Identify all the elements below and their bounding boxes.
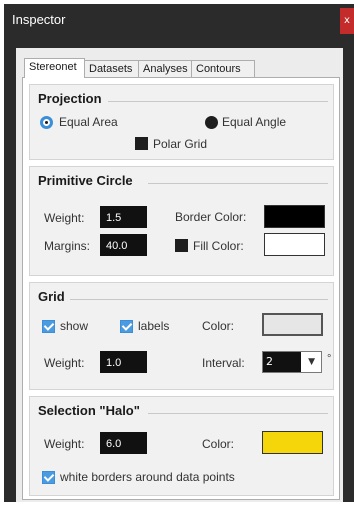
tab-contours[interactable]: Contours <box>191 60 255 77</box>
interval-select[interactable]: 2 ▼ <box>262 351 322 373</box>
halo-title: Selection "Halo" <box>38 403 140 418</box>
divider <box>148 183 328 184</box>
selection-halo-group: Selection "Halo" Weight: 6.0 Color: whit… <box>29 396 334 496</box>
tab-datasets[interactable]: Datasets <box>84 60 139 77</box>
halo-color-swatch[interactable] <box>262 431 323 454</box>
divider <box>108 101 328 102</box>
grid-color-swatch[interactable] <box>262 313 323 336</box>
equal-area-label: Equal Area <box>59 115 118 129</box>
tab-stereonet[interactable]: Stereonet <box>24 58 85 78</box>
polar-grid-label: Polar Grid <box>153 137 208 151</box>
stereonet-panel: Projection Equal Area Equal Angle Polar … <box>22 77 340 500</box>
grid-show-label: show <box>60 319 89 333</box>
projection-group: Projection Equal Area Equal Angle Polar … <box>29 84 334 160</box>
grid-title: Grid <box>38 289 65 304</box>
interval-unit: ° <box>327 353 332 365</box>
halo-weight-input[interactable]: 6.0 <box>100 432 147 454</box>
divider <box>70 299 328 300</box>
chevron-down-icon: ▼ <box>308 357 315 367</box>
tab-analyses[interactable]: Analyses <box>138 60 192 77</box>
fill-color-swatch[interactable] <box>264 233 325 256</box>
white-borders-label: white borders around data points <box>60 470 235 484</box>
fill-color-label: Fill Color: <box>193 239 244 253</box>
polar-grid-checkbox[interactable] <box>135 137 148 150</box>
interval-label: Interval: <box>202 356 245 370</box>
window-title: Inspector <box>12 12 66 27</box>
title-bar[interactable]: Inspector x <box>4 4 354 38</box>
weight-label: Weight: <box>44 211 85 225</box>
primitive-weight-input[interactable]: 1.5 <box>100 206 147 228</box>
grid-labels-label: labels <box>138 319 170 333</box>
halo-weight-label: Weight: <box>44 437 85 451</box>
white-borders-checkbox[interactable] <box>42 471 55 484</box>
equal-angle-radio[interactable] <box>205 116 218 129</box>
interval-value: 2 <box>263 352 301 372</box>
margins-label: Margins: <box>44 239 91 253</box>
grid-weight-label: Weight: <box>44 356 85 370</box>
grid-color-label: Color: <box>202 319 235 333</box>
equal-area-radio[interactable] <box>40 116 53 129</box>
primitive-circle-title: Primitive Circle <box>38 173 133 188</box>
border-color-label: Border Color: <box>175 210 247 224</box>
close-icon[interactable]: x <box>340 8 354 34</box>
halo-color-label: Color: <box>202 437 235 451</box>
primitive-circle-group: Primitive Circle Weight: 1.5 Border Colo… <box>29 166 334 276</box>
grid-weight-input[interactable]: 1.0 <box>100 351 147 373</box>
border-color-swatch[interactable] <box>264 205 325 228</box>
grid-group: Grid show labels Color: Weight: 1.0 Inte… <box>29 282 334 390</box>
grid-show-checkbox[interactable] <box>42 320 55 333</box>
equal-angle-label: Equal Angle <box>222 115 287 129</box>
fill-color-checkbox[interactable] <box>175 239 188 252</box>
margins-input[interactable]: 40.0 <box>100 234 147 256</box>
divider <box>148 413 328 414</box>
inspector-content: Stereonet Datasets Analyses Contours Pro… <box>16 48 343 502</box>
inspector-window: Inspector x Stereonet Datasets Analyses … <box>4 4 354 502</box>
grid-labels-checkbox[interactable] <box>120 320 133 333</box>
projection-title: Projection <box>38 91 102 106</box>
